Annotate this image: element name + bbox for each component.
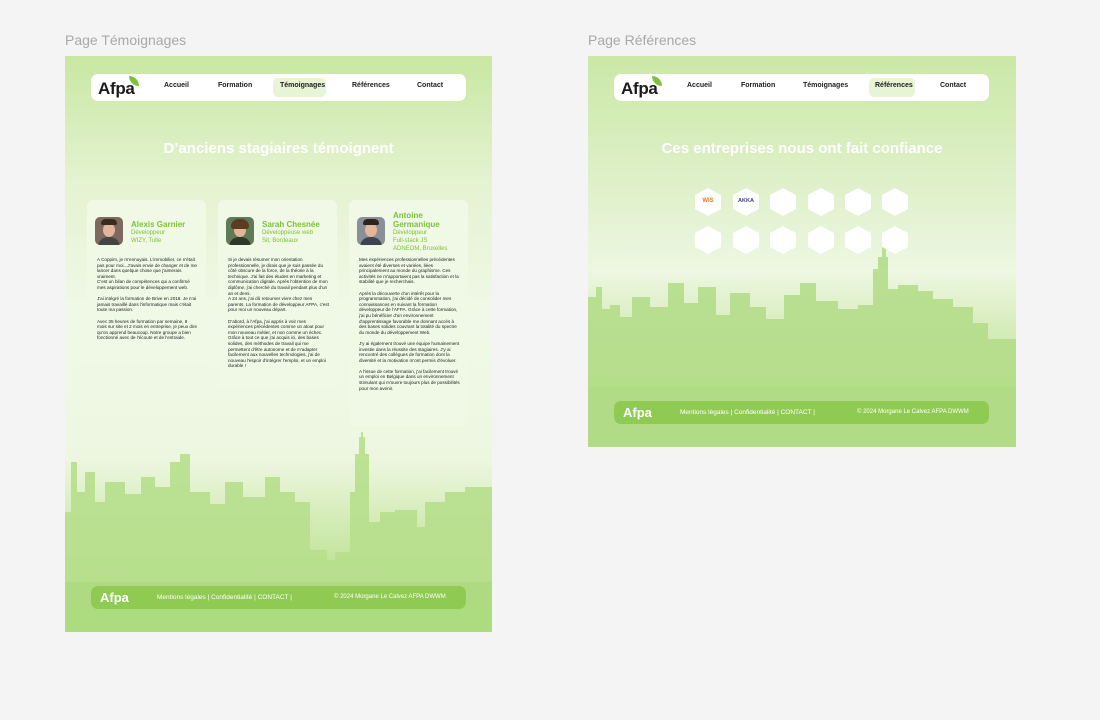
page-title: D’anciens stagiaires témoignent xyxy=(163,140,394,157)
testimonial-role: Développeur xyxy=(393,230,428,236)
nav-item-references[interactable]: Références xyxy=(352,82,390,89)
client-logo-wis[interactable]: WIS xyxy=(695,188,721,216)
client-logo-placeholder xyxy=(845,188,871,216)
client-logo-text: WIS xyxy=(702,198,714,204)
nav-item-temoignages[interactable]: Témoignages xyxy=(280,82,325,89)
footer-copyright: © 2024 Morgane Le Calvez AFPA DWWM xyxy=(334,594,446,600)
testimonial-text: A Coppim, je m'ennuyais. L'immobilier, c… xyxy=(97,257,198,341)
footer: Afpa Mentions légales | Confidentialité … xyxy=(91,586,466,609)
afpa-logo[interactable]: Afpa xyxy=(98,79,135,99)
navbar: Afpa Accueil Formation Témoignages Référ… xyxy=(614,74,989,101)
client-logo-placeholder xyxy=(770,188,796,216)
nav-item-formation[interactable]: Formation xyxy=(218,82,252,89)
testimonial-name: Alexis Garnier xyxy=(131,220,186,229)
testimonial-card: Antoine Germanique Développeur Full-stac… xyxy=(349,200,468,426)
footer-links[interactable]: Mentions légales | Confidentialité | CON… xyxy=(157,594,292,601)
testimonial-role: Développeur xyxy=(131,230,166,236)
client-logo-text: AKKA xyxy=(738,198,754,204)
nav-item-temoignages[interactable]: Témoignages xyxy=(803,82,848,89)
testimonial-name: Sarah Chesnée xyxy=(262,220,320,229)
client-logo-akka[interactable]: AKKA xyxy=(733,188,759,216)
testimonial-company: WIZY, Tulle xyxy=(131,238,162,244)
footer-logo[interactable]: Afpa xyxy=(623,405,652,420)
navbar: Afpa Accueil Formation Témoignages Référ… xyxy=(91,74,466,101)
frame-label-temoignages: Page Témoignages xyxy=(65,32,187,48)
avatar xyxy=(95,217,123,245)
footer-links[interactable]: Mentions légales | Confidentialité | CON… xyxy=(680,409,815,416)
testimonial-role: Développeuse web xyxy=(262,230,314,236)
testimonial-card: Sarah Chesnée Développeuse web Sit, Bord… xyxy=(218,200,337,390)
references-page-frame: Afpa Accueil Formation Témoignages Référ… xyxy=(588,56,1016,447)
frame-label-references: Page Références xyxy=(588,32,697,48)
testimonial-card: Alexis Garnier Développeur WIZY, Tulle A… xyxy=(87,200,206,366)
testimonial-company: Sit, Bordeaux xyxy=(262,238,299,244)
nav-item-contact[interactable]: Contact xyxy=(940,82,966,89)
temoignages-page-frame: Afpa Accueil Formation Témoignages Référ… xyxy=(65,56,492,632)
footer-copyright: © 2024 Morgane Le Calvez AFPA DWWM xyxy=(857,409,969,415)
nav-item-formation[interactable]: Formation xyxy=(741,82,775,89)
avatar xyxy=(226,217,254,245)
client-logo-placeholder xyxy=(882,188,908,216)
testimonial-text: Mes expériences professionnelles précéde… xyxy=(359,257,460,391)
client-logo-placeholder xyxy=(808,188,834,216)
nav-item-contact[interactable]: Contact xyxy=(417,82,443,89)
nav-item-accueil[interactable]: Accueil xyxy=(687,82,712,89)
nav-item-accueil[interactable]: Accueil xyxy=(164,82,189,89)
page-title: Ces entreprises nous ont fait confiance xyxy=(661,140,943,157)
testimonial-role-detail: Full-stack JS xyxy=(393,238,428,244)
avatar xyxy=(357,217,385,245)
footer: Afpa Mentions légales | Confidentialité … xyxy=(614,401,989,424)
testimonial-company: ADNEOM, Bruxelles xyxy=(393,246,448,252)
testimonial-text: Si je devais résumer mon orientation pro… xyxy=(228,257,329,369)
testimonial-name: Antoine Germanique xyxy=(393,211,440,229)
nav-item-references[interactable]: Références xyxy=(875,82,913,89)
footer-logo[interactable]: Afpa xyxy=(100,590,129,605)
afpa-logo[interactable]: Afpa xyxy=(621,79,658,99)
